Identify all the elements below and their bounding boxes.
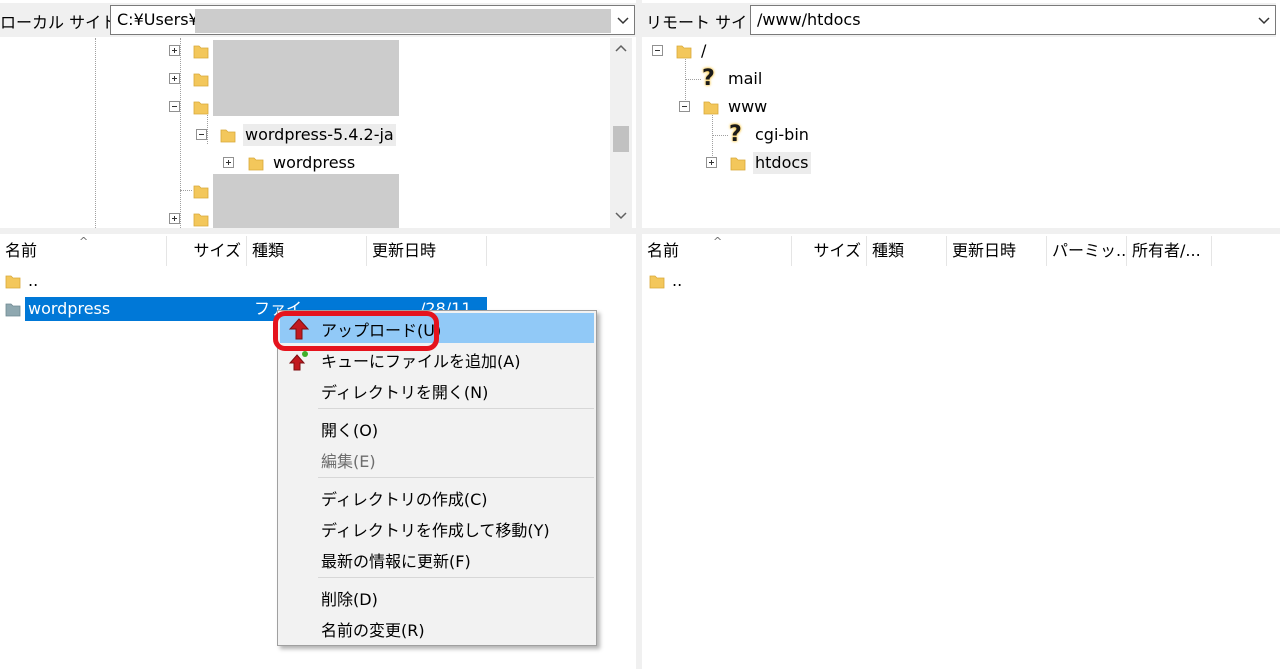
menu-item-upload[interactable]: アップロード(U): [280, 313, 594, 343]
menu-item-rename[interactable]: 名前の変更(R): [280, 613, 594, 643]
expand-toggle[interactable]: [169, 213, 180, 224]
expand-toggle[interactable]: [706, 157, 717, 168]
menu-label: ディレクトリの作成(C): [321, 490, 488, 509]
folder-icon: [193, 211, 209, 227]
file-name: ..: [672, 271, 683, 290]
folder-icon: [676, 43, 692, 59]
tree-item-root[interactable]: /: [699, 40, 708, 62]
local-site-label: ローカル サイト:: [0, 13, 123, 32]
menu-label: キューにファイルを追加(A): [321, 352, 521, 371]
tree-item-mail[interactable]: mail: [726, 68, 764, 90]
folder-icon: [5, 273, 21, 289]
column-name[interactable]: 名前: [642, 236, 792, 266]
local-path-text[interactable]: C:¥Users¥: [117, 10, 199, 29]
folder-icon: [730, 155, 746, 171]
column-type[interactable]: 種類: [247, 236, 367, 266]
remote-site-bar: リモート サイト: /www/htdocs: [642, 3, 1276, 37]
menu-label: アップロード(U): [321, 321, 442, 340]
menu-separator: [318, 477, 594, 478]
menu-label: 削除(D): [321, 590, 378, 609]
folder-icon: [193, 71, 209, 87]
remote-path-text[interactable]: /www/htdocs: [757, 10, 861, 29]
list-item-parent[interactable]: ..: [0, 269, 636, 293]
menu-item-edit: 編集(E): [280, 444, 594, 474]
local-tree-scrollbar[interactable]: [610, 38, 632, 228]
tree-item-wordpress[interactable]: wordpress: [271, 152, 357, 174]
remote-file-list: ..: [642, 266, 1276, 669]
column-name[interactable]: 名前: [0, 236, 167, 266]
collapse-toggle[interactable]: [169, 101, 180, 112]
menu-item-create-and-enter-directory[interactable]: ディレクトリを作成して移動(Y): [280, 513, 594, 543]
redacted-folder-names: [213, 40, 399, 116]
scroll-up-icon[interactable]: [610, 38, 632, 58]
menu-label: ディレクトリを作成して移動(Y): [321, 521, 550, 540]
column-modified[interactable]: 更新日時: [947, 236, 1047, 266]
folder-icon: [193, 183, 209, 199]
redacted-path: [195, 9, 611, 33]
local-directory-tree: wordpress-5.4.2-ja wordpress: [0, 38, 636, 228]
folder-icon: [193, 43, 209, 59]
menu-item-add-to-queue[interactable]: キューにファイルを追加(A): [280, 344, 594, 374]
remote-path-combobox[interactable]: /www/htdocs: [750, 5, 1276, 35]
unknown-folder-icon: ?: [729, 122, 742, 147]
folder-icon: [649, 273, 665, 289]
menu-label: ディレクトリを開く(N): [321, 383, 489, 402]
list-item-parent[interactable]: ..: [642, 269, 1276, 293]
menu-label: 開く(O): [321, 421, 379, 440]
menu-item-open-directory[interactable]: ディレクトリを開く(N): [280, 375, 594, 405]
column-size[interactable]: サイズ: [167, 236, 247, 266]
redacted-folder-names: [213, 174, 399, 228]
tree-item-cgi-bin[interactable]: cgi-bin: [753, 124, 811, 146]
local-path-combobox[interactable]: C:¥Users¥: [110, 5, 635, 35]
file-name: ..: [28, 271, 39, 290]
chevron-down-icon[interactable]: [1253, 9, 1275, 33]
remote-list-header: ^ 名前 サイズ 種類 更新日時 パーミッ... 所有者/...: [642, 235, 1280, 266]
collapse-toggle[interactable]: [679, 101, 690, 112]
unknown-folder-icon: ?: [702, 66, 715, 91]
add-to-queue-icon: [288, 349, 310, 371]
menu-item-refresh[interactable]: 最新の情報に更新(F): [280, 544, 594, 574]
folder-icon: [193, 99, 209, 115]
context-menu: アップロード(U) キューにファイルを追加(A) ディレクトリを開く(N) 開く…: [277, 310, 597, 646]
column-modified[interactable]: 更新日時: [367, 236, 487, 266]
menu-separator: [318, 577, 594, 578]
expand-toggle[interactable]: [169, 73, 180, 84]
scrollbar-thumb[interactable]: [613, 126, 629, 152]
folder-icon: [5, 301, 21, 317]
remote-horizontal-splitter[interactable]: [642, 228, 1280, 234]
file-name: wordpress: [28, 299, 111, 318]
column-type[interactable]: 種類: [867, 236, 947, 266]
chevron-down-icon[interactable]: [612, 9, 634, 33]
scroll-down-icon[interactable]: [610, 206, 632, 226]
local-list-header: ^ 名前 サイズ 種類 更新日時: [0, 235, 636, 266]
expand-toggle[interactable]: [223, 157, 234, 168]
tree-item-wordpress-ja[interactable]: wordpress-5.4.2-ja: [243, 124, 396, 146]
column-owner[interactable]: 所有者/...: [1127, 236, 1212, 266]
menu-separator: [318, 408, 594, 409]
folder-icon: [248, 155, 264, 171]
menu-label: 編集(E): [321, 452, 376, 471]
local-site-bar: ローカル サイト: C:¥Users¥: [0, 3, 636, 37]
local-horizontal-splitter[interactable]: [0, 228, 636, 234]
folder-icon: [220, 127, 236, 143]
collapse-toggle[interactable]: [196, 129, 207, 140]
column-size[interactable]: サイズ: [792, 236, 867, 266]
menu-label: 最新の情報に更新(F): [321, 552, 471, 571]
folder-icon: [703, 99, 719, 115]
menu-item-open[interactable]: 開く(O): [280, 413, 594, 443]
remote-directory-tree: / ? mail www ? cgi-bin htdocs: [642, 38, 1278, 228]
tree-item-htdocs[interactable]: htdocs: [753, 152, 811, 174]
column-permissions[interactable]: パーミッ...: [1047, 236, 1127, 266]
menu-label: 名前の変更(R): [321, 621, 425, 640]
upload-arrow-icon: [288, 318, 310, 340]
expand-toggle[interactable]: [169, 45, 180, 56]
collapse-toggle[interactable]: [652, 45, 663, 56]
tree-item-www[interactable]: www: [726, 96, 769, 118]
menu-item-delete[interactable]: 削除(D): [280, 582, 594, 612]
menu-item-create-directory[interactable]: ディレクトリの作成(C): [280, 482, 594, 512]
